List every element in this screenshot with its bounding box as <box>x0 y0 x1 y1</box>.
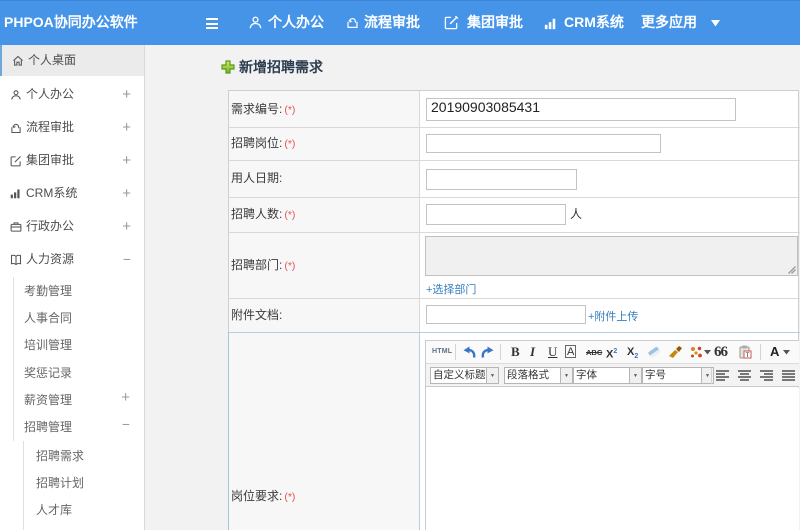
svg-text:T: T <box>746 352 750 359</box>
